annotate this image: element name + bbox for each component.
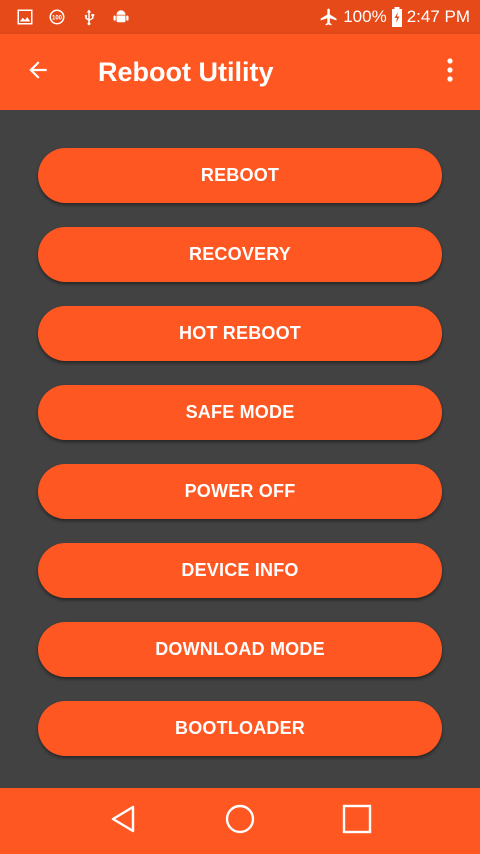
more-vert-icon — [446, 57, 454, 88]
usb-icon — [80, 8, 98, 26]
battery-charging-icon — [391, 7, 403, 27]
main-content: REBOOT RECOVERY HOT REBOOT SAFE MODE POW… — [0, 110, 480, 788]
rating-100-icon: 100 — [48, 8, 66, 26]
download-mode-button[interactable]: DOWNLOAD MODE — [38, 622, 442, 677]
svg-text:100: 100 — [52, 15, 63, 21]
action-button-list: REBOOT RECOVERY HOT REBOOT SAFE MODE POW… — [38, 148, 442, 780]
arrow-back-icon — [25, 57, 51, 88]
status-icons-right: 100% 2:47 PM — [319, 7, 470, 27]
back-button[interactable] — [0, 34, 76, 110]
nav-home-circle-icon — [224, 803, 256, 840]
status-bar: 100 100% 2:47 PM — [0, 0, 480, 34]
android-debug-icon — [112, 8, 130, 26]
nav-recents-button[interactable] — [327, 791, 387, 851]
power-off-button[interactable]: POWER OFF — [38, 464, 442, 519]
airplane-icon — [319, 7, 339, 27]
battery-percent: 100% — [343, 7, 387, 26]
safe-mode-button[interactable]: SAFE MODE — [38, 385, 442, 440]
recovery-button[interactable]: RECOVERY — [38, 227, 442, 282]
gallery-icon — [16, 8, 34, 26]
nav-recents-square-icon — [342, 804, 372, 839]
overflow-menu-button[interactable] — [420, 34, 480, 110]
reboot-button[interactable]: REBOOT — [38, 148, 442, 203]
status-icons-left: 100 — [16, 8, 130, 26]
clock: 2:47 PM — [406, 7, 470, 26]
hot-reboot-button[interactable]: HOT REBOOT — [38, 306, 442, 361]
nav-back-triangle-icon — [108, 804, 138, 839]
device-info-button[interactable]: DEVICE INFO — [38, 543, 442, 598]
nav-home-button[interactable] — [210, 791, 270, 851]
page-title: Reboot Utility — [98, 56, 274, 87]
app-bar: Reboot Utility — [0, 34, 480, 110]
bootloader-button[interactable]: BOOTLOADER — [38, 701, 442, 756]
system-nav-bar — [0, 788, 480, 854]
nav-back-button[interactable] — [93, 791, 153, 851]
